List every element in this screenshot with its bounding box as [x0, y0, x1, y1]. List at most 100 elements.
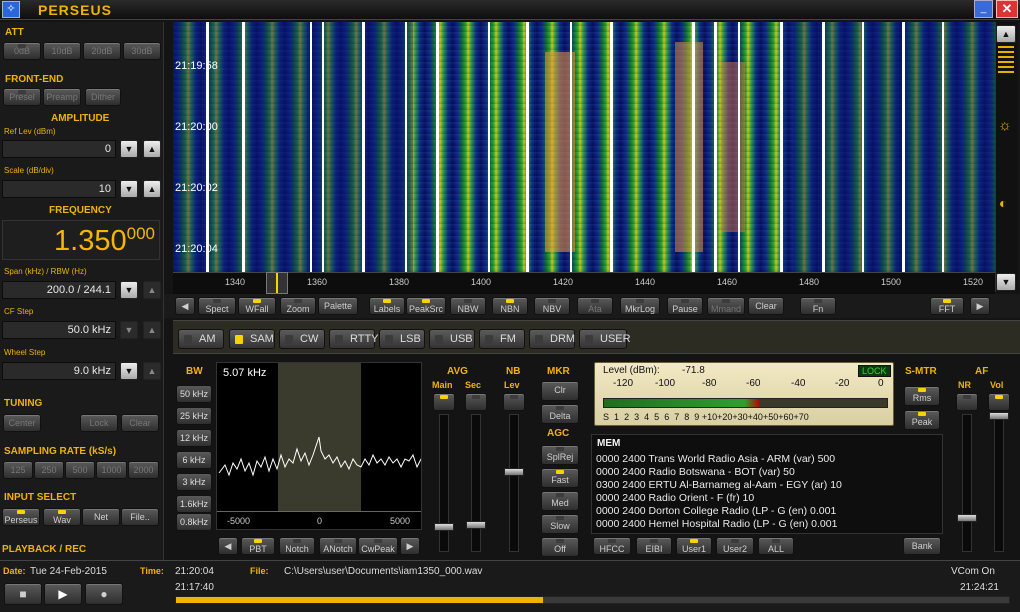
mmand-button[interactable]: Mmand — [707, 297, 745, 315]
avg-sec-thumb[interactable] — [466, 521, 486, 529]
mem-entry[interactable]: 0000 2400 Trans World Radio Asia - ARM (… — [596, 453, 835, 465]
nbv-button[interactable]: NBV — [534, 297, 570, 315]
cwpeak-button[interactable]: CwPeak — [358, 537, 398, 555]
af-vol-thumb[interactable] — [989, 412, 1009, 420]
af-nr-toggle[interactable] — [956, 393, 978, 411]
sampling-500-button[interactable]: 500 — [65, 461, 95, 479]
frequency-display[interactable]: 1.350000 — [2, 220, 160, 260]
s-mtr-peak-button[interactable]: Peak — [904, 410, 940, 430]
sampling-1000-button[interactable]: 1000 — [96, 461, 127, 479]
toolbar-right-arrow[interactable]: ▶ — [970, 297, 990, 315]
bw-6khz-button[interactable]: 6 kHz — [176, 451, 212, 469]
agc-splrej-button[interactable]: SplRej — [541, 445, 579, 465]
af-vol-toggle[interactable] — [988, 393, 1010, 411]
record-button[interactable]: ● — [85, 583, 123, 605]
waterfall-display[interactable] — [173, 22, 995, 272]
af-nr-thumb[interactable] — [957, 514, 977, 522]
sun-icon[interactable]: ☼ — [998, 117, 1012, 134]
frequency-ruler[interactable] — [173, 272, 995, 294]
mem-bank-button[interactable]: Bank — [903, 537, 941, 555]
clear-button[interactable]: Clear — [748, 297, 784, 315]
mkr-clr-button[interactable]: Clr — [541, 381, 579, 401]
wfall-button[interactable]: WFall — [238, 297, 276, 315]
sampling-125-button[interactable]: 125 — [3, 461, 33, 479]
pbt-button[interactable]: PBT — [241, 537, 275, 555]
cf-step-field[interactable]: 50.0 kHz — [2, 321, 116, 339]
app-icon[interactable]: ✧ — [2, 1, 20, 18]
att-30db-button[interactable]: 30dB — [123, 42, 161, 60]
cf-step-up-icon[interactable]: ▲ — [143, 321, 161, 339]
avg-main-thumb[interactable] — [434, 523, 454, 531]
mode-drm[interactable]: DRM — [529, 329, 575, 349]
nbn-button[interactable]: NBN — [492, 297, 528, 315]
mode-lsb[interactable]: LSB — [379, 329, 425, 349]
tuning-center-button[interactable]: Center — [3, 414, 41, 432]
scroll-down-icon[interactable]: ▼ — [996, 273, 1016, 291]
avg-main-toggle[interactable] — [433, 393, 455, 411]
peaksrc-button[interactable]: PeakSrc — [406, 297, 446, 315]
mode-rtty[interactable]: RTTY — [329, 329, 379, 349]
mem-user1-button[interactable]: User1 — [676, 537, 712, 555]
filter-right-arrow[interactable]: ▶ — [400, 537, 420, 555]
tuning-clear-button[interactable]: Clear — [121, 414, 159, 432]
preamp-button[interactable]: Preamp — [43, 88, 81, 106]
bw-0-8khz-button[interactable]: 0.8kHz — [176, 513, 212, 531]
mode-sam[interactable]: SAM — [229, 329, 275, 349]
ref-lev-up-icon[interactable]: ▲ — [143, 140, 161, 158]
input-perseus-button[interactable]: Perseus — [2, 508, 40, 526]
mode-am[interactable]: AM — [178, 329, 224, 349]
input-file-button[interactable]: File.. — [121, 508, 159, 526]
avg-sec-slider[interactable] — [471, 414, 481, 552]
mode-cw[interactable]: CW — [279, 329, 325, 349]
input-net-button[interactable]: Net — [82, 508, 120, 526]
att-0db-button[interactable]: 0dB — [3, 42, 41, 60]
labels-button[interactable]: Labels — [369, 297, 405, 315]
nb-toggle[interactable] — [503, 393, 525, 411]
avg-sec-toggle[interactable] — [465, 393, 487, 411]
span-up-icon[interactable]: ▲ — [143, 281, 161, 299]
bw-12khz-button[interactable]: 12 kHz — [176, 429, 212, 447]
s-mtr-rms-button[interactable]: Rms — [904, 386, 940, 406]
notch-button[interactable]: Notch — [279, 537, 315, 555]
ref-lev-field[interactable]: 0 — [2, 140, 116, 158]
mem-all-button[interactable]: ALL — [758, 537, 794, 555]
af-nr-slider[interactable] — [962, 414, 972, 552]
mem-entry[interactable]: 0000 2400 Radio Botswana - BOT (var) 50 — [596, 466, 795, 478]
avg-main-slider[interactable] — [439, 414, 449, 552]
wheel-step-up-icon[interactable]: ▲ — [143, 362, 161, 380]
minimize-icon[interactable]: _ — [974, 0, 993, 18]
filter-spectrum[interactable]: 5.07 kHz -5000 0 5000 — [216, 362, 422, 530]
nb-thumb[interactable] — [504, 468, 524, 476]
mem-entry[interactable]: 0000 2400 Dorton College Radio (LP - G (… — [596, 505, 836, 517]
att-10db-button[interactable]: 10dB — [43, 42, 81, 60]
mkr-delta-button[interactable]: Delta — [541, 404, 579, 424]
contrast-icon[interactable]: ◐ — [999, 195, 1007, 211]
play-button[interactable]: ▶ — [44, 583, 82, 605]
filter-left-arrow[interactable]: ◀ — [218, 537, 238, 555]
att-20db-button[interactable]: 20dB — [83, 42, 121, 60]
span-field[interactable]: 200.0 / 244.1 — [2, 281, 116, 299]
ref-lev-down-icon[interactable]: ▼ — [120, 140, 138, 158]
nbw-button[interactable]: NBW — [450, 297, 486, 315]
agc-slow-button[interactable]: Slow — [541, 514, 579, 534]
bw-50khz-button[interactable]: 50 kHz — [176, 385, 212, 403]
mkrlog-button[interactable]: MkrLog — [620, 297, 660, 315]
tuning-lock-button[interactable]: Lock — [80, 414, 118, 432]
mem-hfcc-button[interactable]: HFCC — [593, 537, 631, 555]
scroll-up-icon[interactable]: ▲ — [996, 25, 1016, 43]
bw-25khz-button[interactable]: 25 kHz — [176, 407, 212, 425]
mem-entry[interactable]: 0000 2400 Hemel Hospital Radio (LP - G (… — [596, 518, 837, 530]
stop-button[interactable]: ■ — [4, 583, 42, 605]
mem-user2-button[interactable]: User2 — [716, 537, 754, 555]
anotch-button[interactable]: ANotch — [319, 537, 357, 555]
sampling-250-button[interactable]: 250 — [34, 461, 64, 479]
bw-3khz-button[interactable]: 3 kHz — [176, 473, 212, 491]
bw-1-6khz-button[interactable]: 1.6kHz — [176, 495, 212, 513]
af-vol-slider[interactable] — [994, 414, 1004, 552]
presel-button[interactable]: Presel — [3, 88, 41, 106]
wheel-step-down-icon[interactable]: ▼ — [120, 362, 138, 380]
fn-button[interactable]: Fn — [800, 297, 836, 315]
cf-step-down-icon[interactable]: ▼ — [120, 321, 138, 339]
zoom-button[interactable]: Zoom — [280, 297, 316, 315]
sampling-2000-button[interactable]: 2000 — [128, 461, 159, 479]
